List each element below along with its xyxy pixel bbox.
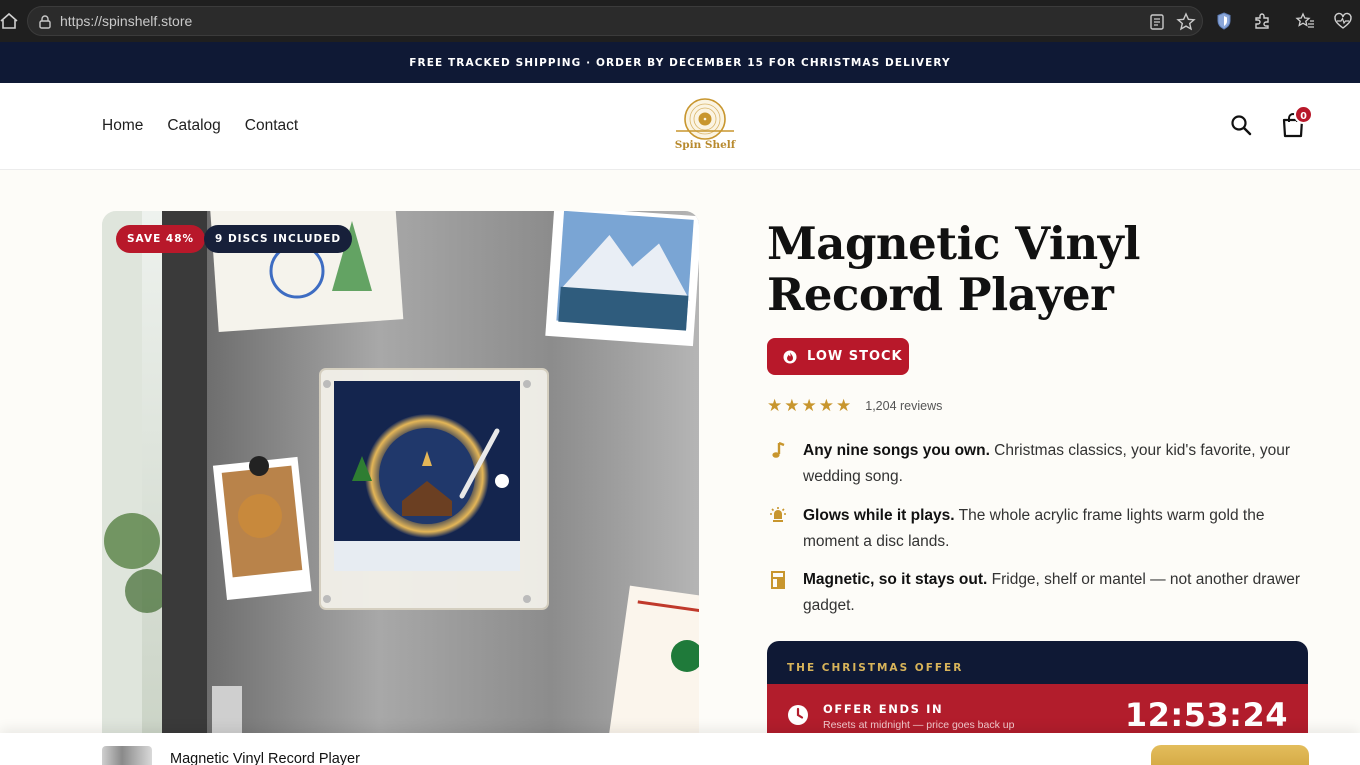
- main-nav: Home Catalog Contact: [102, 117, 298, 135]
- sticky-product-thumbnail: [102, 746, 152, 765]
- clock-icon: [788, 705, 808, 725]
- product-title: Magnetic Vinyl Record Player: [767, 218, 1287, 320]
- rating-stars[interactable]: ★ ★ ★ ★ ★ 1,204 reviews: [767, 397, 942, 415]
- site-header: Home Catalog Contact Spin Shelf 0: [0, 83, 1360, 170]
- address-bar[interactable]: https://spinshelf.store: [27, 6, 1203, 36]
- favorites-list-icon[interactable]: [1295, 11, 1315, 31]
- offer-title: THE CHRISTMAS OFFER: [787, 662, 964, 674]
- fire-icon: [783, 350, 797, 363]
- browser-toolbar: https://spinshelf.store: [0, 0, 1360, 42]
- save-badge: SAVE 48%: [116, 225, 206, 253]
- frame-icon: [771, 571, 785, 589]
- feature-text: Glows while it plays. The whole acrylic …: [803, 503, 1307, 555]
- sticky-product-bar: Magnetic Vinyl Record Player: [0, 733, 1360, 765]
- extensions-puzzle-icon[interactable]: [1252, 11, 1272, 31]
- announcement-text: FREE TRACKED SHIPPING · ORDER BY DECEMBE…: [409, 56, 951, 69]
- url-text[interactable]: https://spinshelf.store: [60, 13, 192, 29]
- vinyl-logo-icon: [676, 98, 734, 140]
- feature-title: Magnetic, so it stays out.: [803, 571, 988, 588]
- sticky-add-to-cart-button[interactable]: [1151, 745, 1309, 765]
- offer-ends-label: OFFER ENDS IN: [823, 702, 944, 716]
- low-stock-label: LOW STOCK: [807, 349, 903, 364]
- shield-extension-icon[interactable]: [1214, 11, 1234, 31]
- favorite-star-icon[interactable]: [1176, 12, 1196, 32]
- brand-name: Spin Shelf: [674, 139, 736, 151]
- cart-count-badge: 0: [1294, 105, 1313, 124]
- discs-badge: 9 DISCS INCLUDED: [204, 225, 353, 253]
- star-icon: ★: [784, 396, 800, 416]
- feature-title: Any nine songs you own.: [803, 442, 990, 459]
- nav-home[interactable]: Home: [102, 117, 143, 135]
- feature-text: Magnetic, so it stays out. Fridge, shelf…: [803, 567, 1307, 619]
- announcement-bar: FREE TRACKED SHIPPING · ORDER BY DECEMBE…: [0, 42, 1360, 83]
- health-heart-icon[interactable]: [1333, 11, 1353, 31]
- offer-header: THE CHRISTMAS OFFER: [767, 641, 1308, 684]
- star-icon: ★: [836, 396, 852, 416]
- home-icon[interactable]: [0, 12, 18, 30]
- reader-mode-icon[interactable]: [1148, 13, 1166, 31]
- product-photo: [102, 211, 699, 765]
- low-stock-badge: LOW STOCK: [767, 338, 909, 375]
- countdown-timer: 12:53:24: [1124, 696, 1288, 734]
- nav-catalog[interactable]: Catalog: [167, 117, 220, 135]
- sticky-product-name: Magnetic Vinyl Record Player: [170, 751, 360, 765]
- brand-logo[interactable]: Spin Shelf: [668, 97, 742, 157]
- feature-title: Glows while it plays.: [803, 507, 955, 524]
- product-title-line2: Record Player: [767, 268, 1114, 321]
- star-icon: ★: [801, 396, 817, 416]
- review-count[interactable]: 1,204 reviews: [865, 399, 942, 413]
- star-icon: ★: [818, 396, 834, 416]
- music-note-icon: [772, 441, 785, 458]
- product-title-line1: Magnetic Vinyl: [767, 217, 1140, 270]
- feature-text: Any nine songs you own. Christmas classi…: [803, 438, 1307, 490]
- nav-contact[interactable]: Contact: [245, 117, 298, 135]
- lock-icon[interactable]: [37, 14, 53, 30]
- star-icon: ★: [767, 396, 783, 416]
- product-image[interactable]: SAVE 48% 9 DISCS INCLUDED: [102, 211, 699, 765]
- glow-light-icon: [770, 507, 786, 522]
- search-icon[interactable]: [1229, 113, 1253, 137]
- offer-reset-note: Resets at midnight — price goes back up: [823, 719, 1015, 731]
